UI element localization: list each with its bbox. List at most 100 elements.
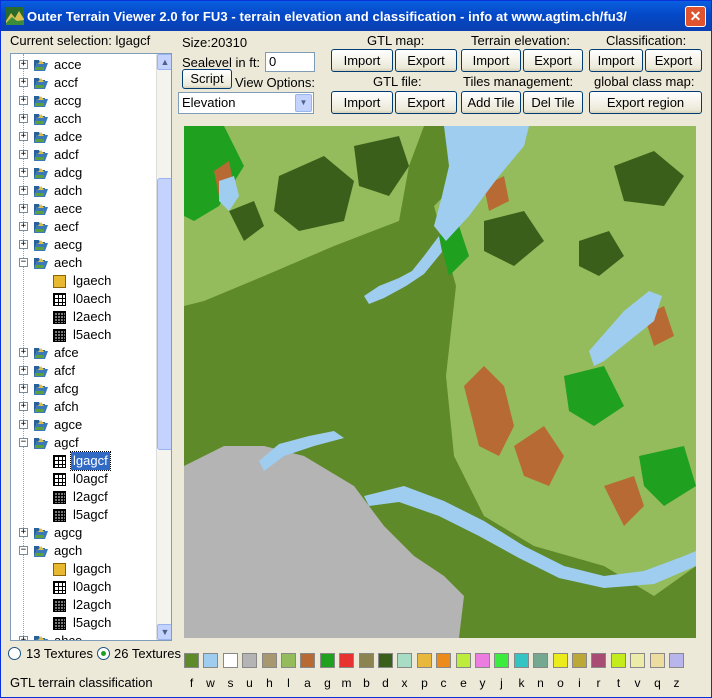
tree-folder-item[interactable]: + afce <box>11 344 156 362</box>
view-options-select[interactable]: Elevation ▼ <box>178 92 314 114</box>
expand-icon[interactable]: + <box>19 240 28 249</box>
scroll-up-icon[interactable]: ▲ <box>157 54 171 70</box>
expand-icon[interactable]: + <box>19 204 28 213</box>
expand-icon[interactable]: + <box>19 150 28 159</box>
tree-folder-item[interactable]: + aecf <box>11 218 156 236</box>
tree-folder-item[interactable]: + accg <box>11 92 156 110</box>
tree-texture-item[interactable]: lgaech <box>11 272 156 290</box>
terrain-map-canvas[interactable] <box>184 126 696 638</box>
tree-folder-item[interactable]: + agcg <box>11 524 156 542</box>
legend-swatch[interactable] <box>203 653 218 668</box>
legend-swatch[interactable] <box>242 653 257 668</box>
collapse-icon[interactable]: − <box>19 438 28 447</box>
expand-icon[interactable]: + <box>19 186 28 195</box>
collapse-icon[interactable]: − <box>19 546 28 555</box>
tree-texture-item[interactable]: l5agch <box>11 614 156 632</box>
tree-folder-item[interactable]: + afcg <box>11 380 156 398</box>
tree-folder-item[interactable]: − agch <box>11 542 156 560</box>
tree-folder-item[interactable]: + aecg <box>11 236 156 254</box>
close-icon[interactable]: ✕ <box>685 6 706 27</box>
legend-swatch[interactable] <box>223 653 238 668</box>
tree-folder-item[interactable]: + adcg <box>11 164 156 182</box>
legend-swatch[interactable] <box>436 653 451 668</box>
legend-swatch[interactable] <box>417 653 432 668</box>
tree-folder-item[interactable]: + accf <box>11 74 156 92</box>
tree-folder-item[interactable]: + afcf <box>11 362 156 380</box>
tree-texture-item[interactable]: l2aech <box>11 308 156 326</box>
gtl-map-export-button[interactable]: Export <box>395 49 457 72</box>
gtl-file-export-button[interactable]: Export <box>395 91 457 114</box>
legend-swatch[interactable] <box>281 653 296 668</box>
expand-icon[interactable]: + <box>19 114 28 123</box>
tree-texture-item[interactable]: l2agcf <box>11 488 156 506</box>
tree-texture-item[interactable]: lgagch <box>11 560 156 578</box>
tree-folder-item[interactable]: + acce <box>11 56 156 74</box>
classification-export-button[interactable]: Export <box>645 49 702 72</box>
gtl-file-import-button[interactable]: Import <box>331 91 393 114</box>
legend-swatch[interactable] <box>494 653 509 668</box>
classification-import-button[interactable]: Import <box>589 49 643 72</box>
tree-folder-item[interactable]: − aech <box>11 254 156 272</box>
legend-swatch[interactable] <box>300 653 315 668</box>
legend-swatch[interactable] <box>553 653 568 668</box>
tree-folder-item[interactable]: + ahce <box>11 632 156 640</box>
legend-swatch[interactable] <box>397 653 412 668</box>
tree-texture-item[interactable]: l5aech <box>11 326 156 344</box>
tree-folder-item[interactable]: + adch <box>11 182 156 200</box>
collapse-icon[interactable]: − <box>19 258 28 267</box>
export-region-button[interactable]: Export region <box>589 91 702 114</box>
tree-folder-item[interactable]: + agce <box>11 416 156 434</box>
expand-icon[interactable]: + <box>19 222 28 231</box>
legend-swatch[interactable] <box>475 653 490 668</box>
legend-swatch[interactable] <box>514 653 529 668</box>
tree-folder-item[interactable]: + adcf <box>11 146 156 164</box>
legend-swatch[interactable] <box>339 653 354 668</box>
script-button[interactable]: Script <box>182 69 232 89</box>
legend-swatch[interactable] <box>630 653 645 668</box>
legend-swatch[interactable] <box>533 653 548 668</box>
legend-swatch[interactable] <box>611 653 626 668</box>
tree-folder-item[interactable]: − agcf <box>11 434 156 452</box>
legend-swatch[interactable] <box>320 653 335 668</box>
tree-folder-item[interactable]: + adce <box>11 128 156 146</box>
chevron-down-icon[interactable]: ▼ <box>295 94 312 112</box>
scroll-thumb[interactable] <box>157 178 171 450</box>
legend-swatch[interactable] <box>184 653 199 668</box>
scroll-down-icon[interactable]: ▼ <box>157 624 171 640</box>
expand-icon[interactable]: + <box>19 384 28 393</box>
tree-folder-item[interactable]: + acch <box>11 110 156 128</box>
tree-texture-item[interactable]: l5agcf <box>11 506 156 524</box>
expand-icon[interactable]: + <box>19 132 28 141</box>
tree-texture-item[interactable]: l0aech <box>11 290 156 308</box>
legend-swatch[interactable] <box>591 653 606 668</box>
tree-scrollbar[interactable]: ▲ ▼ <box>156 54 171 640</box>
terrain-elevation-import-button[interactable]: Import <box>461 49 521 72</box>
expand-icon[interactable]: + <box>19 168 28 177</box>
expand-icon[interactable]: + <box>19 96 28 105</box>
expand-icon[interactable]: + <box>19 366 28 375</box>
radio-13-textures[interactable] <box>8 647 21 660</box>
legend-swatch[interactable] <box>456 653 471 668</box>
legend-swatch[interactable] <box>359 653 374 668</box>
expand-icon[interactable]: + <box>19 528 28 537</box>
radio-26-textures[interactable] <box>97 647 110 660</box>
add-tile-button[interactable]: Add Tile <box>461 91 521 114</box>
expand-icon[interactable]: + <box>19 636 28 640</box>
tree-folder-item[interactable]: + aece <box>11 200 156 218</box>
tile-tree[interactable]: + acce + accf + accg + acch + adce + adcf + adcg + adch… <box>10 53 172 641</box>
tree-folder-item[interactable]: + afch <box>11 398 156 416</box>
expand-icon[interactable]: + <box>19 60 28 69</box>
legend-swatch[interactable] <box>262 653 277 668</box>
expand-icon[interactable]: + <box>19 402 28 411</box>
gtl-map-import-button[interactable]: Import <box>331 49 393 72</box>
del-tile-button[interactable]: Del Tile <box>523 91 583 114</box>
tree-texture-item[interactable]: l0agch <box>11 578 156 596</box>
tree-texture-item[interactable]: l2agch <box>11 596 156 614</box>
legend-swatch[interactable] <box>669 653 684 668</box>
legend-swatch[interactable] <box>572 653 587 668</box>
expand-icon[interactable]: + <box>19 420 28 429</box>
sealevel-input[interactable]: 0 <box>265 52 315 72</box>
terrain-elevation-export-button[interactable]: Export <box>523 49 583 72</box>
tree-texture-item[interactable]: lgagcf <box>11 451 156 471</box>
expand-icon[interactable]: + <box>19 78 28 87</box>
